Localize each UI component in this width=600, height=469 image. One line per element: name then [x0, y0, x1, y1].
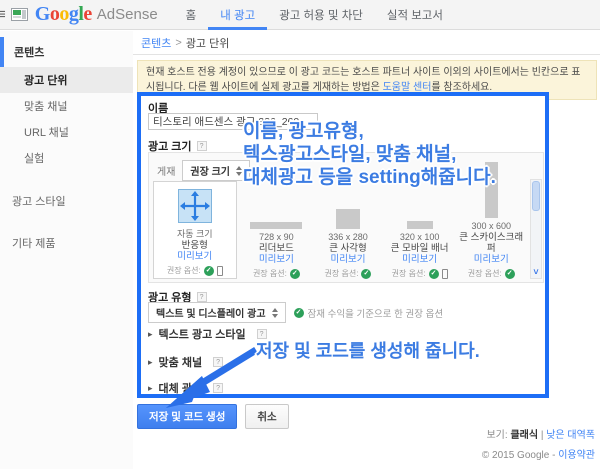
size-option-name: 큰 스카이스크래퍼 — [459, 232, 524, 254]
check-icon: ✓ — [289, 268, 300, 279]
rectangle-size-icon — [335, 209, 360, 229]
size-option-size: 320 x 100 — [399, 232, 440, 242]
nav-tab-home[interactable]: 홈 — [174, 0, 209, 30]
size-option-size: 336 x 280 — [328, 232, 368, 242]
recommended-row: 권장 옵션: ✓ — [241, 268, 313, 279]
adsense-product-icon — [10, 8, 28, 21]
recommended-row: 권장 옵션: ✓ — [312, 268, 384, 279]
nav-tab-my-ads[interactable]: 내 광고 — [208, 0, 268, 30]
sidebar-section-content[interactable]: 콘텐츠 — [0, 37, 133, 67]
ad-type-dropdown[interactable]: 텍스트 및 디스플레이 광고 — [148, 302, 286, 323]
size-option-responsive[interactable]: 자동 크기 반응형 미리보기 권장 옵션: ✓ — [153, 181, 237, 279]
preview-link[interactable]: 미리보기 — [312, 254, 384, 266]
recommended-label: 권장 옵션: — [467, 269, 502, 278]
size-option-name: 리더보드 — [258, 243, 294, 254]
annotation-arrow-icon — [166, 347, 258, 408]
nav-tab-allow-block[interactable]: 광고 허용 및 차단 — [267, 0, 375, 30]
adsense-logo-text: AdSense — [96, 6, 158, 23]
top-nav-bar: ≡ Google AdSense 홈 내 광고 광고 허용 및 차단 실적 보고… — [0, 0, 600, 30]
mobile-icon — [441, 268, 448, 279]
annotation-save-note: 저장 및 코드를 생성해 줍니다. — [256, 341, 480, 361]
annotation-setting-note: 이름, 광고유형, 텍스광고스타일, 맞춤 채널, 대체광고 등을 settin… — [243, 120, 496, 189]
mobile-icon — [216, 265, 223, 276]
low-bandwidth-link[interactable]: 낮은 대역폭 — [546, 430, 595, 441]
size-option-size: 728 x 90 — [259, 232, 294, 242]
size-option-size: 300 x 600 — [471, 221, 511, 231]
sidebar-item-ad-styles[interactable]: 광고 스타일 — [0, 187, 133, 215]
preview-link[interactable]: 미리보기 — [384, 254, 456, 266]
breadcrumb-separator: > — [175, 36, 182, 49]
notice-text: 현재 호스트 전용 계정이 있으므로 이 광고 코드는 호스트 파트너 사이트 … — [146, 67, 581, 93]
ad-type-hint: ✓ 잠재 수익을 기준으로 한 권장 옵션 — [293, 306, 444, 320]
view-separator: | — [540, 430, 544, 441]
size-option-name: 큰 사각형 — [329, 243, 367, 254]
ad-type-value: 텍스트 및 디스플레이 광고 — [156, 309, 266, 320]
mobile-banner-size-icon — [406, 221, 433, 229]
expand-arrow-icon: ▸ — [148, 328, 153, 339]
recommended-label: 권장 옵션: — [166, 266, 201, 275]
breadcrumb: 콘텐츠 > 광고 단위 — [133, 31, 600, 55]
recommended-row: 권장 옵션: ✓ — [455, 268, 527, 279]
sidebar: 콘텐츠 광고 단위 맞춤 채널 URL 채널 실험 광고 스타일 기타 제품 — [0, 31, 133, 469]
help-icon[interactable]: ? — [196, 292, 207, 302]
recommended-row: 권장 옵션: ✓ — [156, 265, 234, 276]
check-icon: ✓ — [293, 307, 304, 318]
sidebar-item-experiments[interactable]: 실험 — [0, 145, 133, 171]
sidebar-item-url-channels[interactable]: URL 채널 — [0, 119, 133, 145]
terms-link[interactable]: 이용약관 — [558, 450, 595, 461]
breadcrumb-current: 광고 단위 — [185, 37, 230, 50]
size-list-scrollbar[interactable]: ˅ — [530, 179, 542, 279]
check-icon: ✓ — [361, 268, 372, 279]
view-current: 클래식 — [510, 430, 539, 441]
preview-link[interactable]: 미리보기 — [241, 254, 313, 266]
google-logo[interactable]: Google — [35, 3, 93, 26]
annotation-line: 대체광고 등을 setting해줍니다. — [243, 167, 496, 188]
recommended-label: 권장 옵션: — [252, 269, 287, 278]
ad-type-hint-text: 잠재 수익을 기준으로 한 권장 옵션 — [307, 308, 444, 320]
scrollbar-thumb[interactable] — [532, 181, 540, 211]
preview-link[interactable]: 미리보기 — [156, 251, 234, 263]
leaderboard-size-icon — [250, 222, 303, 229]
sidebar-item-ad-units[interactable]: 광고 단위 — [0, 67, 133, 93]
section-text-ad-style[interactable]: ▸ 텍스트 광고 스타일 ? — [148, 326, 267, 342]
check-icon: ✓ — [203, 265, 214, 276]
expand-arrow-icon: ▸ — [148, 356, 153, 367]
responsive-size-icon — [177, 189, 212, 223]
size-option-name: 큰 모바일 배너 — [390, 243, 449, 254]
updown-arrows-icon — [271, 307, 278, 318]
breadcrumb-parent-link[interactable]: 콘텐츠 — [141, 35, 171, 51]
recommended-row: 권장 옵션: ✓ — [384, 268, 456, 279]
nav-tab-reports[interactable]: 실적 보고서 — [375, 0, 455, 30]
check-icon: ✓ — [428, 268, 439, 279]
main-nav: 홈 내 광고 광고 허용 및 차단 실적 보고서 — [174, 0, 455, 30]
view-label: 보기: — [486, 430, 508, 441]
ad-type-row: 텍스트 및 디스플레이 광고 ✓ 잠재 수익을 기준으로 한 권장 옵션 — [148, 302, 443, 323]
recommended-label: 권장 옵션: — [391, 269, 426, 278]
hamburger-icon[interactable]: ≡ — [0, 6, 6, 23]
section-label: 텍스트 광고 스타일 — [158, 329, 246, 341]
expand-arrow-icon: ▸ — [148, 382, 153, 393]
size-option-name: 반응형 — [181, 240, 208, 251]
copyright-text: © 2015 Google - — [481, 450, 556, 461]
help-icon[interactable]: ? — [196, 141, 207, 151]
size-option-size: 자동 크기 — [176, 229, 213, 239]
sidebar-item-custom-channels[interactable]: 맞춤 채널 — [0, 93, 133, 119]
sidebar-item-other-products[interactable]: 기타 제품 — [0, 229, 133, 257]
preview-link[interactable]: 미리보기 — [455, 254, 527, 266]
recommended-label: 권장 옵션: — [324, 269, 359, 278]
scroll-down-icon[interactable]: ˅ — [531, 267, 541, 278]
annotation-line: 텍스광고스타일, 맞춤 채널, — [243, 144, 457, 165]
annotation-line: 이름, 광고유형, — [243, 121, 364, 142]
check-icon: ✓ — [504, 268, 515, 279]
page-footer: 보기: 클래식 | 낮은 대역폭 © 2015 Google - 이용약관 — [482, 426, 595, 461]
